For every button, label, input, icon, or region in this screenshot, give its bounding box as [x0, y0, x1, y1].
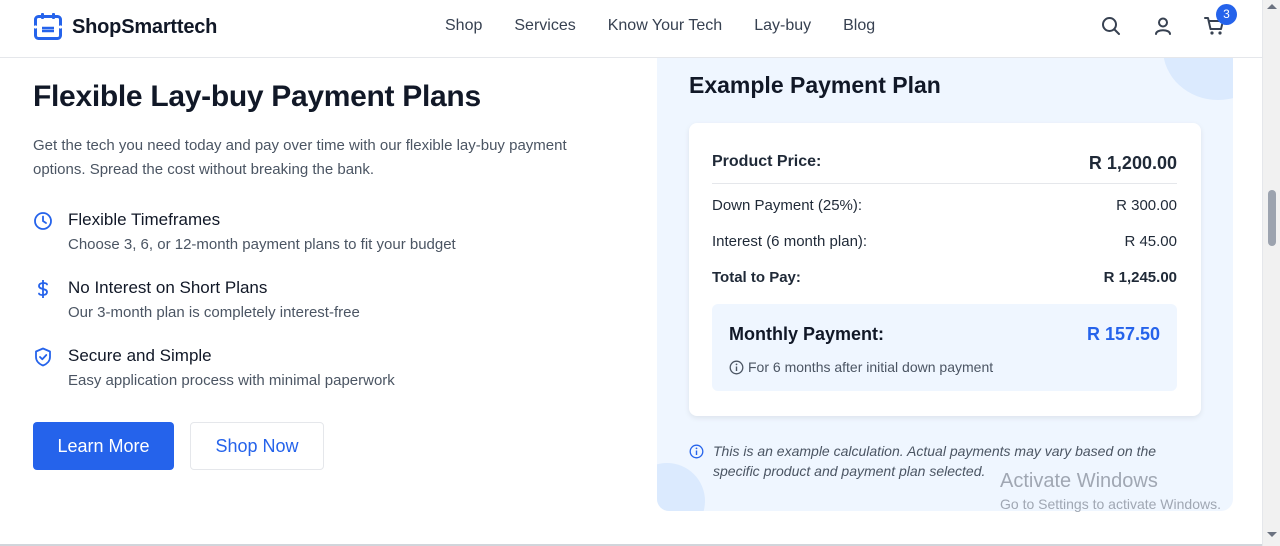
decorative-circle: [1163, 58, 1233, 100]
layby-intro: Flexible Lay-buy Payment Plans Get the t…: [33, 80, 633, 414]
monthly-payment-note: For 6 months after initial down payment: [729, 359, 993, 375]
page-title: Flexible Lay-buy Payment Plans: [33, 80, 481, 113]
product-price-value: R 1,200.00: [1088, 153, 1177, 173]
watermark-title: Activate Windows: [1000, 470, 1158, 492]
feature-list: Flexible Timeframes Choose 3, 6, or 12-m…: [33, 210, 633, 414]
feature-desc: Easy application process with minimal pa…: [68, 372, 395, 389]
brand-name: ShopSmarttech: [72, 15, 218, 38]
nav-blog[interactable]: Blog: [843, 17, 875, 35]
monthly-payment-box: Monthly Payment: R 157.50 For 6 months a…: [712, 304, 1177, 391]
dollar-icon: [38, 280, 48, 298]
scroll-thumb[interactable]: [1268, 190, 1276, 246]
activate-windows-watermark: Activate Windows Go to Settings to activ…: [1000, 470, 1221, 512]
interest-label: Interest (6 month plan):: [712, 233, 868, 250]
cart-count-badge: 3: [1216, 4, 1237, 25]
shield-icon: [35, 347, 51, 367]
total-row: Total to Pay: R 1,245.00: [712, 269, 1177, 286]
watermark-subtitle: Go to Settings to activate Windows.: [1000, 496, 1221, 512]
nav-lay-buy[interactable]: Lay-buy: [754, 17, 811, 35]
down-payment-value: R 300.00: [1116, 197, 1177, 214]
feature-desc: Our 3-month plan is completely interest-…: [68, 304, 360, 321]
logo-icon: [33, 13, 63, 40]
scroll-down-arrow[interactable]: [1267, 532, 1277, 537]
feature-title: Secure and Simple: [68, 346, 212, 365]
feature-item: Secure and Simple Easy application proce…: [33, 346, 633, 414]
learn-more-button[interactable]: Learn More: [33, 422, 174, 470]
interest-row: Interest (6 month plan): R 45.00: [712, 233, 1177, 250]
feature-title: No Interest on Short Plans: [68, 278, 268, 297]
total-label: Total to Pay:: [712, 269, 801, 286]
down-payment-row: Down Payment (25%): R 300.00: [712, 197, 1177, 214]
nav-know-your-tech[interactable]: Know Your Tech: [608, 17, 722, 35]
cta-buttons: Learn More Shop Now: [33, 422, 324, 470]
intro-text: Get the tech you need today and pay over…: [33, 137, 567, 178]
info-icon: [729, 360, 744, 374]
feature-desc: Choose 3, 6, or 12-month payment plans t…: [68, 236, 456, 253]
user-icon[interactable]: [1152, 15, 1174, 37]
monthly-payment-value: R 157.50: [1086, 324, 1160, 344]
nav-shop[interactable]: Shop: [445, 17, 482, 35]
payment-plan-card: Product Price: R 1,200.00 Down Payment (…: [689, 123, 1201, 416]
logo[interactable]: ShopSmarttech: [33, 12, 217, 42]
product-price-label: Product Price:: [712, 153, 822, 170]
product-price-row: Product Price: R 1,200.00: [712, 153, 1177, 174]
main-nav: Shop Services Know Your Tech Lay-buy Blo…: [445, 17, 907, 35]
monthly-payment-label: Monthly Payment:: [729, 324, 885, 344]
scroll-up-arrow[interactable]: [1267, 4, 1277, 9]
info-icon: [689, 444, 704, 459]
example-plan-panel: Example Payment Plan Product Price: R 1,…: [657, 58, 1233, 511]
site-header: ShopSmarttech Shop Services Know Your Te…: [0, 0, 1262, 58]
feature-title: Flexible Timeframes: [68, 210, 221, 229]
clock-icon: [34, 212, 52, 230]
shop-now-button[interactable]: Shop Now: [190, 422, 324, 470]
monthly-note-text: For 6 months after initial down payment: [748, 359, 994, 375]
down-payment-label: Down Payment (25%):: [712, 197, 863, 214]
page-scrollbar[interactable]: [1262, 0, 1280, 546]
interest-value: R 45.00: [1124, 233, 1177, 250]
feature-item: Flexible Timeframes Choose 3, 6, or 12-m…: [33, 210, 633, 278]
nav-services[interactable]: Services: [514, 17, 575, 35]
search-icon[interactable]: [1100, 15, 1122, 37]
panel-title: Example Payment Plan: [689, 72, 941, 98]
total-value: R 1,245.00: [1103, 269, 1177, 286]
divider: [712, 183, 1177, 184]
feature-item: No Interest on Short Plans Our 3-month p…: [33, 278, 633, 346]
